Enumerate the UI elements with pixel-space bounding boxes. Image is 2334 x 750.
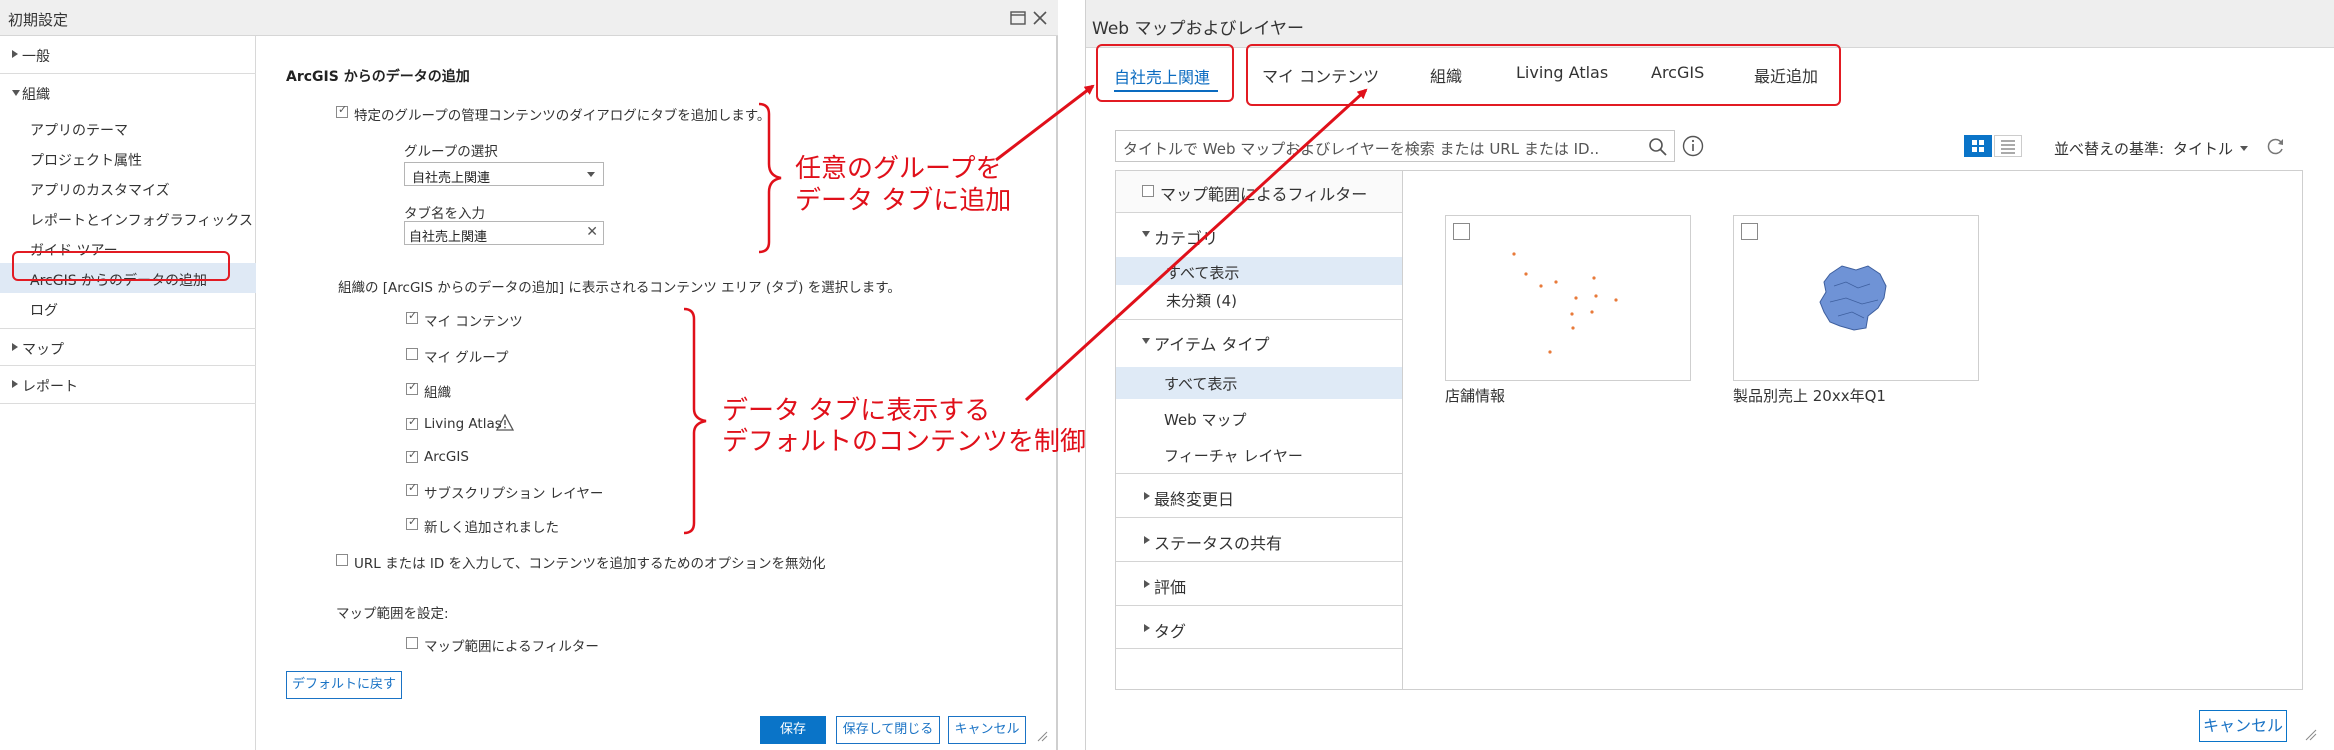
arrow-to-default-tabs [1024, 88, 1368, 402]
annotation-arrows [995, 84, 1368, 402]
arrow-to-company-tab [995, 84, 1095, 162]
